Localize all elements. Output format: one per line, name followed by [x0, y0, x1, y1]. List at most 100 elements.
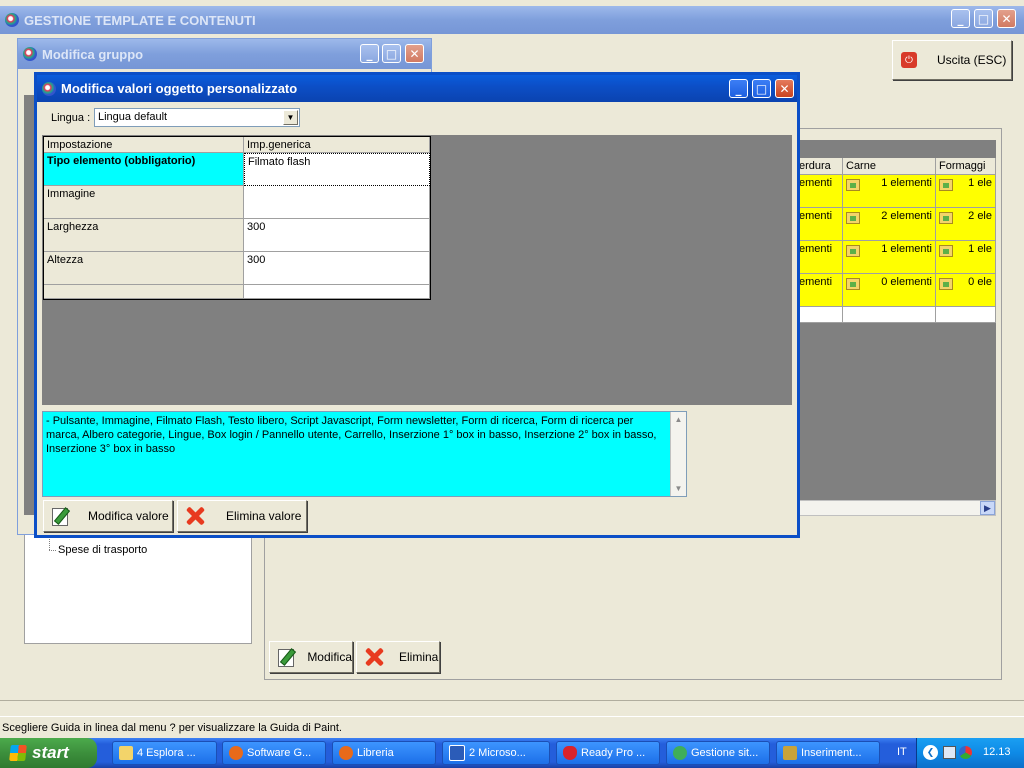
close-button[interactable]: ✕ — [997, 9, 1016, 28]
table-header: Impostazione — [44, 137, 244, 153]
close-button[interactable]: ✕ — [405, 44, 424, 63]
grid-cell: ementi — [796, 241, 843, 274]
start-button[interactable]: start — [0, 738, 97, 768]
maximize-button[interactable]: □ — [752, 79, 771, 98]
clock: 12.13 — [983, 746, 1011, 758]
maximize-button[interactable]: □ — [974, 9, 993, 28]
grid-header: Formaggi — [936, 158, 996, 175]
system-tray: ❮ 12.13 — [916, 738, 1024, 768]
tray-arrow-icon[interactable]: ❮ — [923, 745, 938, 760]
chevron-down-icon[interactable]: ▼ — [283, 110, 298, 125]
property-value[interactable] — [244, 186, 430, 219]
property-name[interactable]: Altezza — [44, 252, 244, 285]
taskbar-item[interactable]: Software G... — [222, 741, 326, 765]
group-window-titlebar[interactable]: Modifica gruppo _ □ ✕ — [18, 39, 431, 69]
language-select[interactable]: Lingua default ▼ — [94, 108, 300, 127]
tree-line — [49, 550, 56, 552]
app-icon — [23, 47, 37, 61]
grid-cell: 0 elementi — [843, 274, 936, 307]
grid-cell: 1 ele — [936, 241, 996, 274]
taskbar-item[interactable]: 2 Microso... — [442, 741, 550, 765]
maximize-button[interactable]: □ — [382, 44, 401, 63]
edit-icon — [50, 506, 70, 526]
taskbar-item[interactable]: Ready Pro ... — [556, 741, 660, 765]
minimize-button[interactable]: _ — [951, 9, 970, 28]
folder-icon — [846, 278, 860, 290]
taskbar-item[interactable]: Libreria — [332, 741, 436, 765]
main-window-titlebar[interactable]: GESTIONE TEMPLATE E CONTENUTI _ □ ✕ — [0, 6, 1024, 34]
property-name — [44, 285, 244, 299]
delete-icon — [184, 505, 206, 527]
grid-header: Carne — [843, 158, 936, 175]
exit-button[interactable]: ⏻ Uscita (ESC) — [892, 40, 1012, 80]
custom-window-titlebar[interactable]: Modifica valori oggetto personalizzato _… — [37, 75, 797, 102]
grid-empty-row — [843, 307, 936, 323]
property-value — [244, 285, 430, 299]
grid-cell: 1 elementi — [843, 241, 936, 274]
paint-icon — [783, 746, 797, 760]
folder-icon — [846, 245, 860, 257]
taskbar-item[interactable]: Gestione sit... — [666, 741, 770, 765]
property-name[interactable]: Larghezza — [44, 219, 244, 252]
edit-value-button[interactable]: Modifica valore — [43, 500, 173, 532]
group-window-title: Modifica gruppo — [42, 46, 144, 62]
minimize-button[interactable]: _ — [729, 79, 748, 98]
custom-object-window: Modifica valori oggetto personalizzato _… — [34, 72, 800, 538]
grid-cell: ementi — [796, 274, 843, 307]
horizontal-scrollbar[interactable]: ▶ — [798, 500, 996, 516]
property-value[interactable]: Filmato flash — [244, 153, 430, 186]
properties-table: Impostazione Imp.generica Tipo elemento … — [43, 136, 431, 300]
app-icon — [42, 81, 56, 96]
scroll-down-arrow-icon[interactable]: ▼ — [671, 481, 686, 496]
delete-value-button[interactable]: Elimina valore — [177, 500, 307, 532]
tree-item[interactable]: Spese di trasporto — [58, 544, 147, 556]
taskbar-item[interactable]: 4 Esplora ... — [112, 741, 217, 765]
edit-button-label: Modifica — [307, 650, 352, 664]
scroll-up-arrow-icon[interactable]: ▲ — [671, 412, 686, 427]
firefox-icon — [229, 746, 243, 760]
vertical-scrollbar[interactable]: ▲ ▼ — [670, 412, 686, 496]
taskbar-item[interactable]: Inseriment... — [776, 741, 880, 765]
power-icon: ⏻ — [901, 52, 917, 68]
folder-icon — [939, 278, 953, 290]
folder-icon — [939, 179, 953, 191]
language-select-value: Lingua default — [98, 111, 168, 123]
close-button[interactable]: ✕ — [775, 79, 794, 98]
grid-cell: 0 ele — [936, 274, 996, 307]
grid-empty-row — [936, 307, 996, 323]
folder-icon — [119, 746, 133, 760]
delete-value-button-label: Elimina valore — [226, 509, 302, 523]
property-value[interactable]: 300 — [244, 252, 430, 285]
grid-cell: 1 elementi — [843, 175, 936, 208]
delete-button[interactable]: Elimina — [356, 641, 440, 673]
firefox-icon — [339, 746, 353, 760]
edit-value-button-label: Modifica valore — [88, 509, 169, 523]
language-indicator[interactable]: IT — [897, 746, 907, 758]
grid-empty-row — [796, 307, 843, 323]
status-bar: Scegliere Guida in linea dal menu ? per … — [0, 716, 1024, 738]
language-label: Lingua : — [51, 112, 91, 124]
folder-icon — [846, 179, 860, 191]
app-icon — [673, 746, 687, 760]
property-value[interactable]: 300 — [244, 219, 430, 252]
property-name[interactable]: Immagine — [44, 186, 244, 219]
scroll-right-arrow-icon[interactable]: ▶ — [980, 501, 995, 515]
edit-button[interactable]: Modifica — [269, 641, 353, 673]
table-header: Imp.generica — [244, 137, 430, 153]
property-name[interactable]: Tipo elemento (obbligatorio) — [44, 153, 244, 186]
grid-cell: 2 ele — [936, 208, 996, 241]
delete-button-label: Elimina — [399, 650, 439, 664]
delete-icon — [363, 646, 385, 668]
network-icon[interactable] — [943, 746, 956, 759]
custom-window-title: Modifica valori oggetto personalizzato — [61, 81, 298, 96]
browser-tray-icon[interactable] — [959, 746, 972, 759]
description-text: - Pulsante, Immagine, Filmato Flash, Tes… — [46, 415, 657, 455]
grid-cell: ementi — [796, 208, 843, 241]
folder-icon — [846, 212, 860, 224]
paint-bottom-edge — [0, 700, 1024, 716]
main-window-title: GESTIONE TEMPLATE E CONTENUTI — [24, 12, 256, 28]
minimize-button[interactable]: _ — [360, 44, 379, 63]
description-textarea[interactable]: - Pulsante, Immagine, Filmato Flash, Tes… — [42, 411, 687, 497]
status-bar-text: Scegliere Guida in linea dal menu ? per … — [2, 722, 342, 734]
grid-cell: 2 elementi — [843, 208, 936, 241]
